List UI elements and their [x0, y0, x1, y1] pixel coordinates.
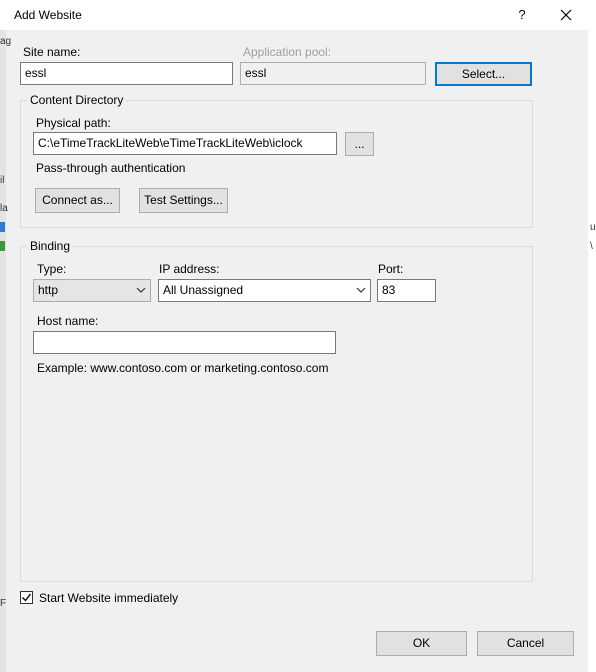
type-select-value: http: [38, 283, 59, 297]
title-bar[interactable]: [0, 0, 596, 30]
host-name-label: Host name:: [37, 314, 99, 328]
type-select[interactable]: http: [33, 279, 151, 302]
host-name-example: Example: www.contoso.com or marketing.co…: [37, 361, 329, 375]
background-text: F: [0, 598, 7, 609]
background-icon: [0, 241, 5, 251]
browse-path-button[interactable]: ...: [345, 132, 374, 156]
port-input[interactable]: 83: [377, 279, 436, 302]
site-name-input[interactable]: essl: [20, 62, 233, 85]
background-window-edge: [0, 30, 6, 672]
close-button[interactable]: [552, 4, 580, 26]
connect-as-button[interactable]: Connect as...: [35, 188, 120, 213]
ip-address-select[interactable]: All Unassigned: [158, 279, 371, 302]
binding-title: Binding: [27, 239, 74, 253]
background-window-edge-right: [588, 30, 596, 672]
close-icon: [560, 9, 572, 21]
cancel-button[interactable]: Cancel: [477, 631, 574, 656]
background-text: \: [590, 241, 593, 252]
background-text: il: [0, 175, 5, 186]
chevron-down-icon: [356, 280, 366, 293]
background-text: la: [0, 203, 8, 214]
pass-through-auth-label: Pass-through authentication: [36, 161, 186, 175]
content-directory-title: Content Directory: [27, 93, 127, 107]
ip-address-label: IP address:: [159, 262, 220, 276]
start-website-checkbox[interactable]: [20, 591, 33, 604]
select-app-pool-button[interactable]: Select...: [435, 62, 532, 86]
type-label: Type:: [37, 262, 67, 276]
application-pool-label: Application pool:: [243, 45, 332, 59]
physical-path-label: Physical path:: [36, 116, 111, 130]
background-icon: [0, 222, 5, 232]
help-button[interactable]: ?: [510, 4, 534, 26]
window-title: Add Website: [14, 8, 82, 22]
background-text: u: [590, 222, 596, 233]
physical-path-input[interactable]: C:\eTimeTrackLiteWeb\eTimeTrackLiteWeb\i…: [33, 132, 337, 155]
site-name-label: Site name:: [23, 45, 81, 59]
start-website-label[interactable]: Start Website immediately: [39, 591, 178, 605]
background-text: ag: [0, 36, 12, 47]
chevron-down-icon: [136, 280, 146, 293]
checkmark-icon: [22, 593, 32, 602]
host-name-input[interactable]: [33, 331, 336, 354]
test-settings-button[interactable]: Test Settings...: [139, 188, 228, 213]
application-pool-field: essl: [240, 62, 426, 85]
ok-button[interactable]: OK: [376, 631, 467, 656]
ip-address-select-value: All Unassigned: [163, 283, 244, 297]
port-label: Port:: [378, 262, 404, 276]
